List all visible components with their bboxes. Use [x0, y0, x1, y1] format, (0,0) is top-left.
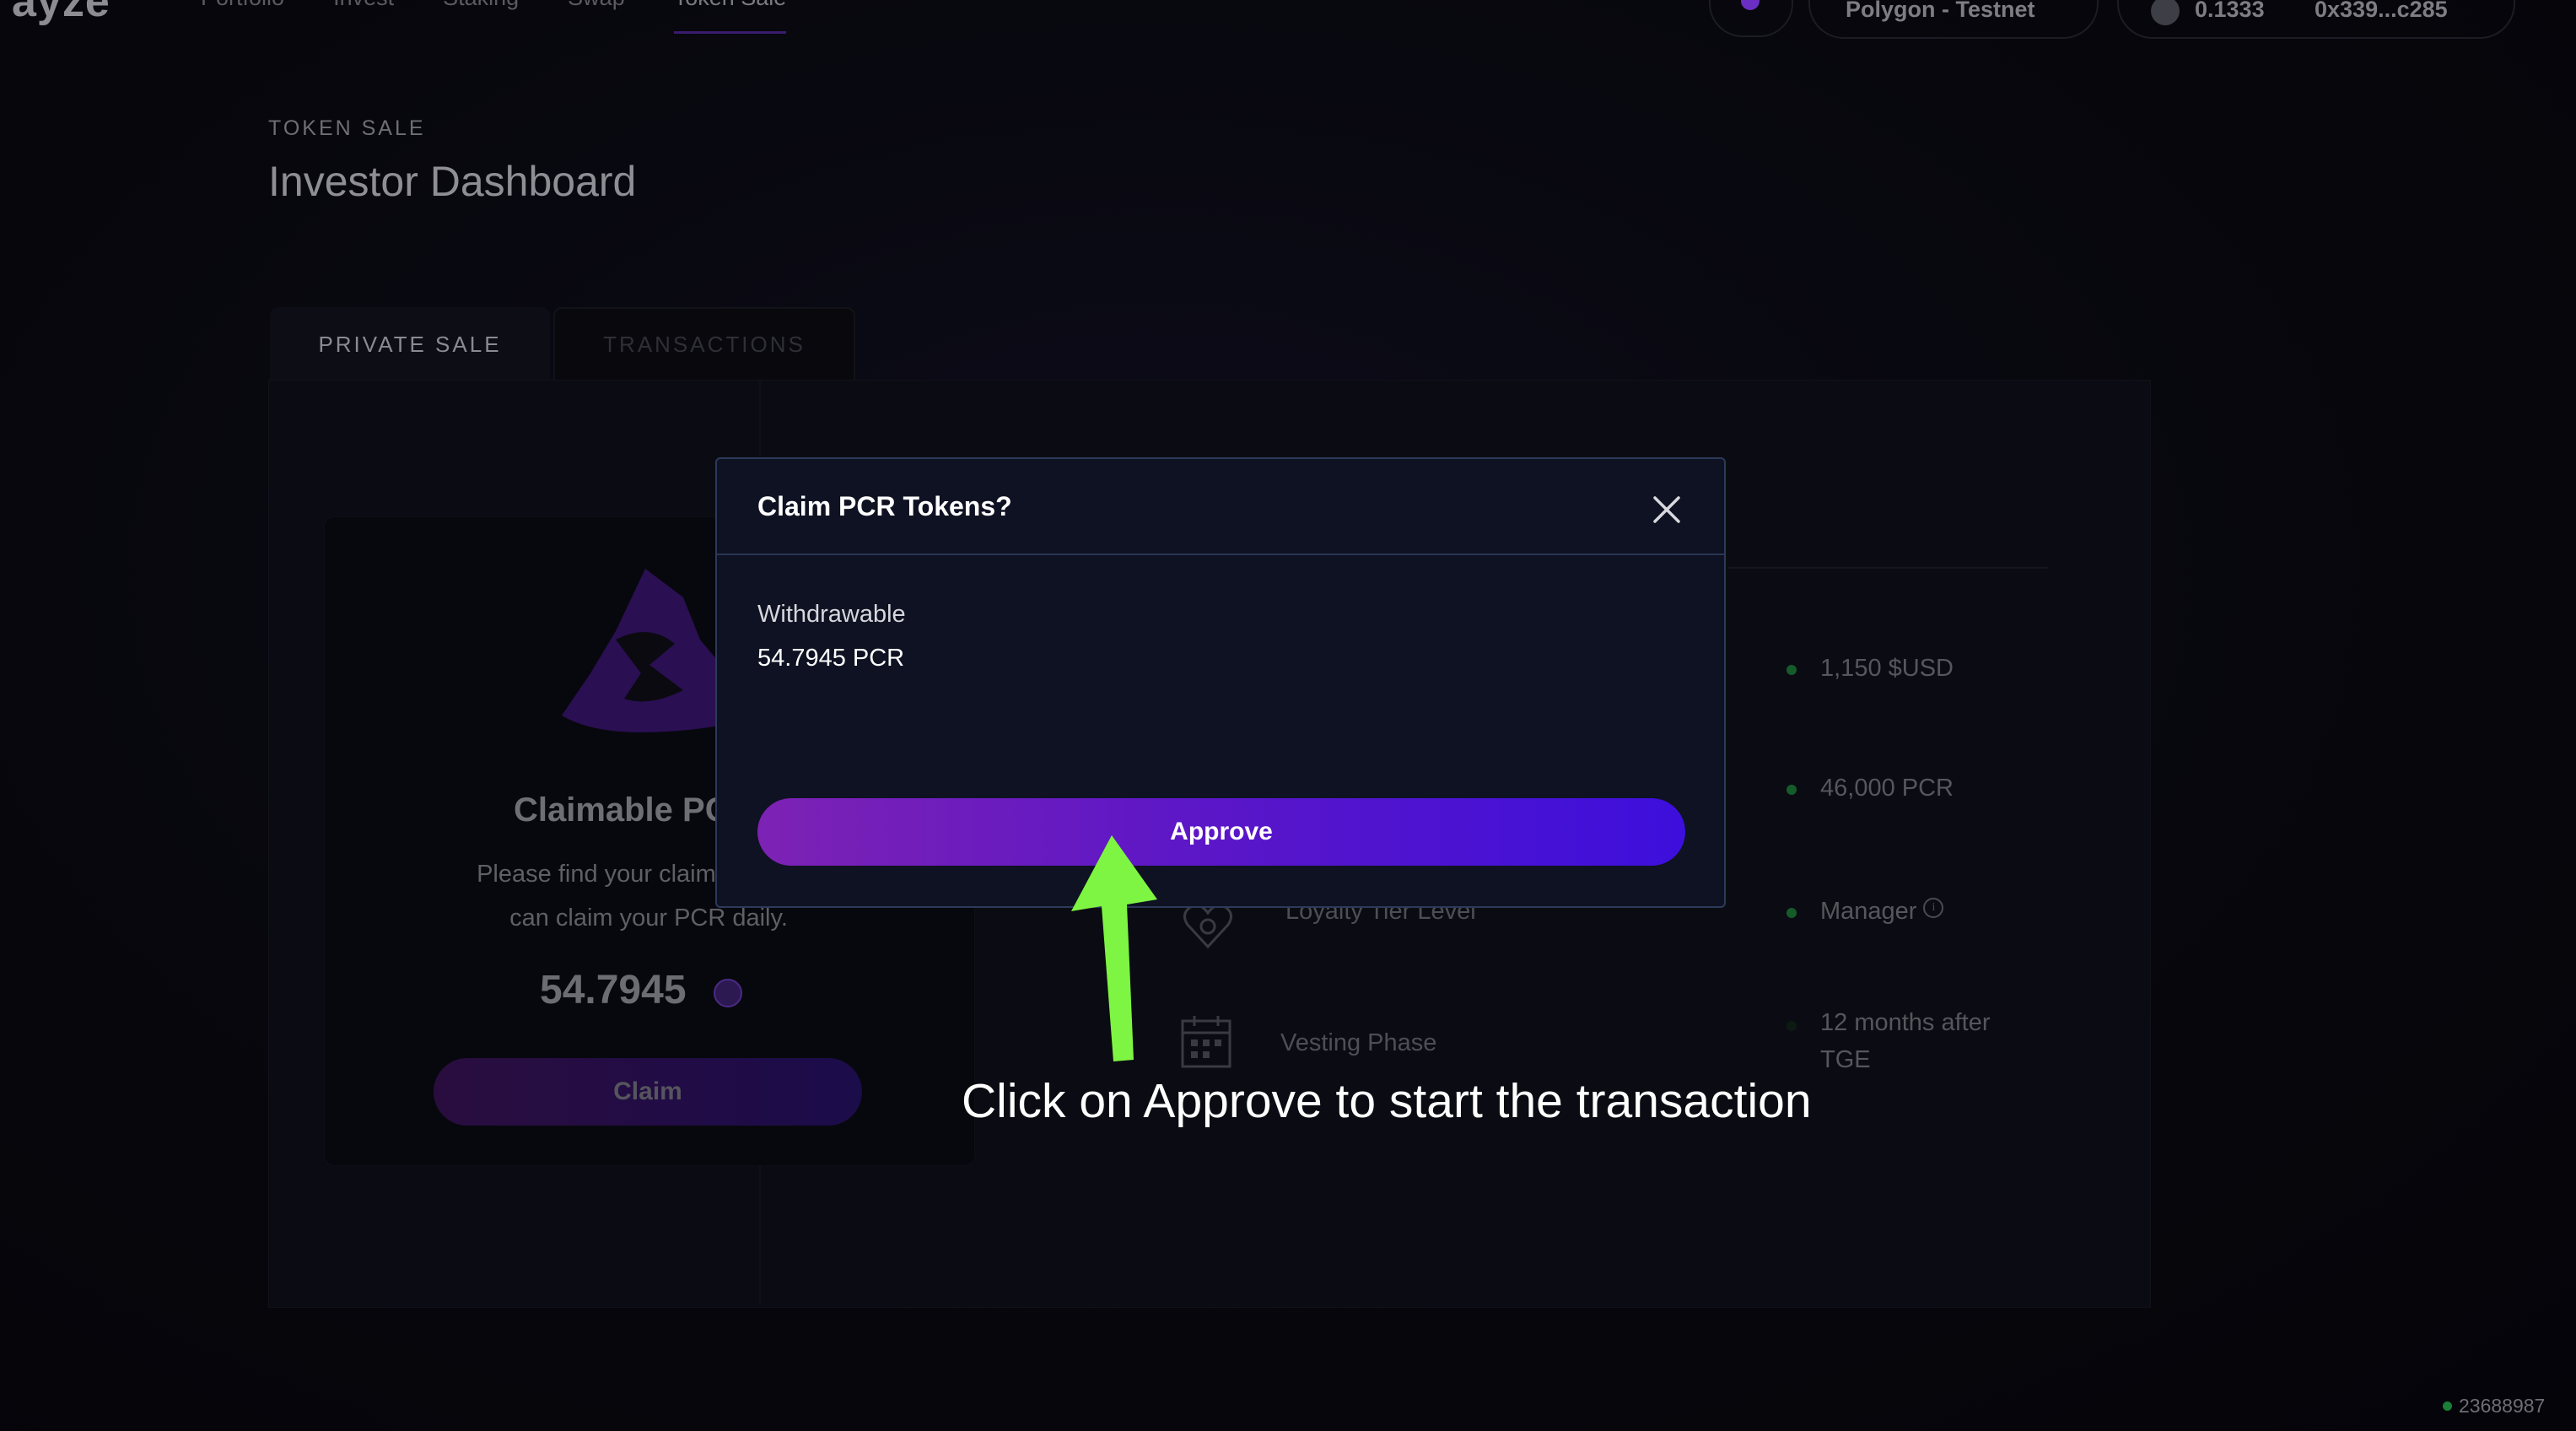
- modal-title: Claim PCR Tokens?: [757, 491, 1012, 521]
- top-nav: Portfolio Invest Staking Swap Token Sale: [201, 0, 787, 34]
- details-divider: [1727, 567, 2048, 569]
- instruction-text: Click on Approve to start the transactio…: [962, 1074, 1812, 1128]
- claimable-description-line2: can claim your PCR daily.: [509, 904, 788, 932]
- investment-value: 1,150 $USD: [1820, 655, 1954, 682]
- build-id: 23688987: [2459, 1394, 2546, 1417]
- tab-private-sale[interactable]: PRIVATE SALE: [270, 307, 550, 381]
- wallet-balance: 0.1333: [2195, 0, 2265, 22]
- modal-header: Claim PCR Tokens?: [717, 459, 1724, 555]
- build-badge: 23688987: [2443, 1389, 2569, 1423]
- page-title: Investor Dashboard: [268, 158, 637, 205]
- network-label: Polygon - Testnet: [1846, 0, 2035, 22]
- page-eyebrow: TOKEN SALE: [268, 116, 426, 140]
- nav-item-token-sale[interactable]: Token Sale: [673, 0, 787, 34]
- wallet-avatar: [2151, 0, 2180, 25]
- arrow-up-icon: [1071, 835, 1157, 1061]
- allocation-value: 46,000 PCR: [1820, 775, 1954, 802]
- network-icon-button[interactable]: [1709, 0, 1793, 37]
- nav-item-invest[interactable]: Invest: [333, 0, 394, 34]
- close-icon[interactable]: [1650, 493, 1684, 526]
- status-dot: [1786, 665, 1797, 675]
- withdrawable-value: 54.7945 PCR: [757, 645, 905, 672]
- withdrawable-label: Withdrawable: [757, 601, 906, 628]
- status-dot: [1786, 908, 1797, 918]
- loyalty-tier-value: Manager: [1820, 898, 1917, 925]
- claim-modal: Claim PCR Tokens? Withdrawable 54.7945 P…: [715, 457, 1726, 908]
- info-icon[interactable]: i: [1923, 898, 1944, 918]
- claim-button[interactable]: Claim: [434, 1058, 862, 1126]
- page-background: ayze Portfolio Invest Staking Swap Token…: [0, 0, 2576, 1431]
- nav-item-portfolio[interactable]: Portfolio: [201, 0, 284, 34]
- vesting-phase-value-line1: 12 months after: [1820, 1009, 1991, 1036]
- app-logo: ayze: [12, 0, 110, 26]
- vesting-phase-label: Vesting Phase: [1280, 1029, 1437, 1056]
- wallet-button[interactable]: 0.1333 0x339...c285: [2117, 0, 2515, 39]
- pcr-token-icon: [714, 979, 742, 1007]
- pcr-logo-icon: [562, 569, 730, 732]
- status-dot: [2443, 1401, 2452, 1411]
- polygon-icon: [1741, 0, 1760, 10]
- tab-transactions[interactable]: TRANSACTIONS: [553, 307, 855, 381]
- network-selector[interactable]: Polygon - Testnet: [1808, 0, 2099, 39]
- status-dot: [1786, 785, 1797, 795]
- vesting-phase-value-line2: TGE: [1820, 1046, 1871, 1073]
- loyalty-tier-value-wrap: Manager i: [1820, 898, 1944, 926]
- approve-button[interactable]: Approve: [757, 798, 1685, 866]
- status-dot: [1786, 1021, 1797, 1031]
- nav-item-swap[interactable]: Swap: [568, 0, 625, 34]
- claimable-amount: 54.7945: [540, 968, 687, 1012]
- wallet-address: 0x339...c285: [2315, 0, 2448, 22]
- nav-item-staking[interactable]: Staking: [443, 0, 519, 34]
